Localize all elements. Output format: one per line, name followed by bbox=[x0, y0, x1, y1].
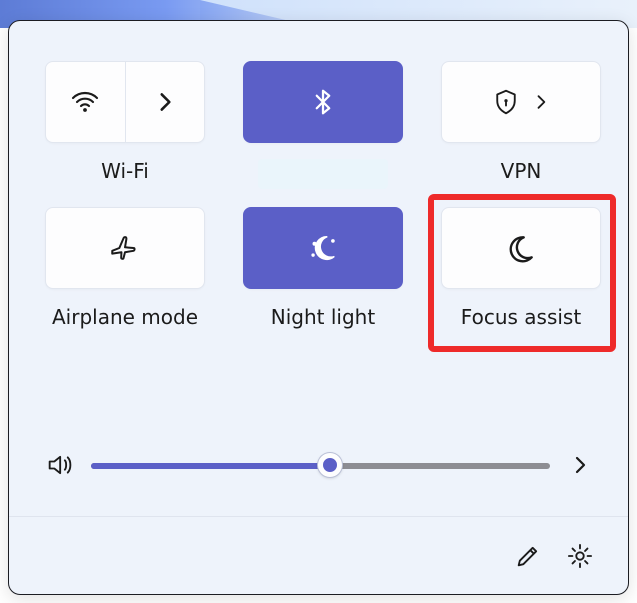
wifi-expand[interactable] bbox=[126, 62, 205, 142]
bluetooth-label bbox=[258, 159, 388, 189]
slider-thumb[interactable] bbox=[318, 453, 342, 477]
nightlight-label: Night light bbox=[271, 305, 375, 333]
airplane-tile[interactable] bbox=[45, 207, 205, 289]
bluetooth-tile[interactable] bbox=[243, 61, 403, 143]
volume-slider[interactable] bbox=[91, 455, 550, 475]
tile-wrap-nightlight: Night light bbox=[243, 207, 403, 333]
tile-wrap-vpn: VPN bbox=[441, 61, 601, 189]
wifi-label: Wi-Fi bbox=[101, 159, 149, 187]
airplane-label: Airplane mode bbox=[52, 305, 198, 333]
vpn-label: VPN bbox=[501, 159, 542, 187]
speaker-icon[interactable] bbox=[45, 451, 73, 479]
chevron-right-icon[interactable] bbox=[531, 92, 551, 112]
tile-wrap-wifi: Wi-Fi bbox=[45, 61, 205, 189]
settings-gear-icon[interactable] bbox=[566, 542, 594, 570]
footer-bar bbox=[9, 516, 628, 594]
shield-lock-icon[interactable] bbox=[491, 87, 521, 117]
volume-expand[interactable] bbox=[568, 453, 592, 477]
quick-settings-panel: Wi-Fi bbox=[8, 20, 629, 595]
airplane-icon bbox=[108, 231, 142, 265]
edit-pencil-icon[interactable] bbox=[514, 542, 542, 570]
volume-row bbox=[45, 451, 592, 479]
bluetooth-icon bbox=[308, 87, 338, 117]
highlight-box bbox=[428, 194, 616, 352]
wifi-tile bbox=[45, 61, 205, 143]
vpn-tile bbox=[441, 61, 601, 143]
tile-wrap-airplane: Airplane mode bbox=[45, 207, 205, 333]
tile-wrap-bluetooth bbox=[243, 61, 403, 189]
slider-fill bbox=[91, 463, 330, 469]
wifi-toggle[interactable] bbox=[46, 62, 126, 142]
wifi-icon bbox=[69, 86, 101, 118]
chevron-right-icon bbox=[152, 89, 178, 115]
night-light-icon bbox=[306, 231, 340, 265]
nightlight-tile[interactable] bbox=[243, 207, 403, 289]
